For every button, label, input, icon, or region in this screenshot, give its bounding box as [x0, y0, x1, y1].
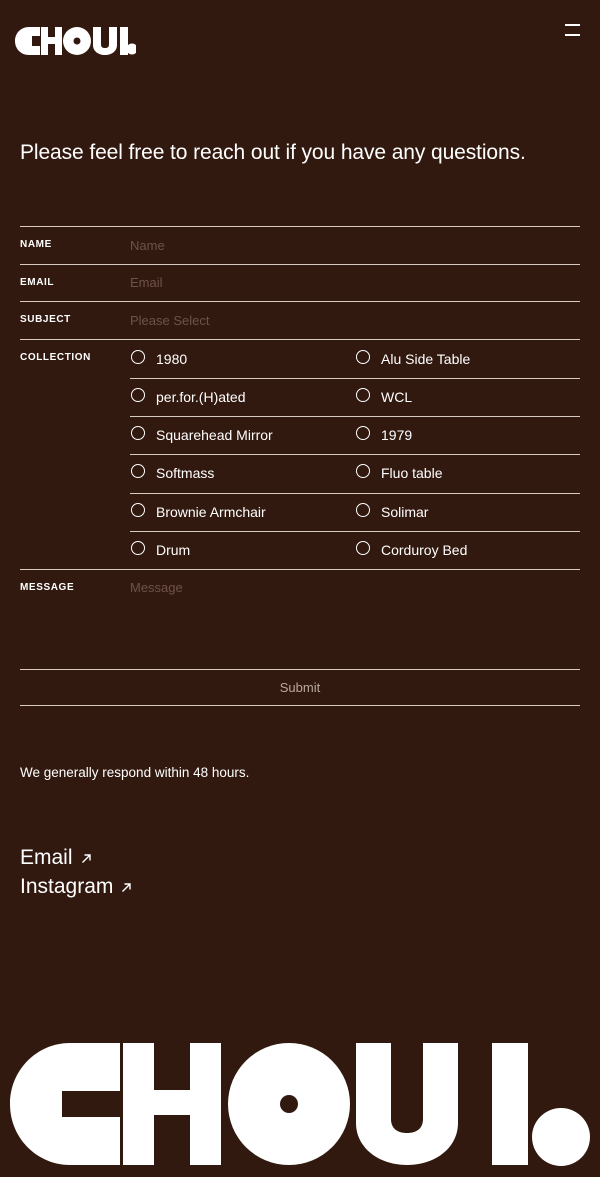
collection-option-row: per.for.(H)ated WCL [130, 378, 580, 418]
subject-select[interactable]: Please Select [130, 313, 210, 328]
collection-option[interactable]: Squarehead Mirror [130, 416, 355, 454]
radio-icon [131, 387, 145, 402]
collection-option[interactable]: Alu Side Table [355, 340, 580, 378]
radio-icon [356, 502, 370, 517]
footer-logo [10, 1043, 590, 1166]
collection-option-label: Solimar [381, 503, 429, 520]
collection-option-label: Drum [156, 542, 191, 558]
radio-icon [131, 349, 145, 364]
email-input[interactable] [130, 264, 570, 301]
collection-option[interactable]: Fluo table [355, 454, 580, 492]
menu-button[interactable] [561, 20, 585, 44]
collection-option-label: Fluo table [381, 465, 443, 482]
menu-line-top [565, 24, 580, 26]
radio-icon [356, 349, 370, 364]
menu-line-bottom [565, 34, 580, 36]
collection-option-row: 1980 Alu Side Table [130, 340, 580, 379]
collection-option-label: 1979 [381, 427, 413, 444]
response-time-note: We generally respond within 48 hours. [20, 765, 250, 780]
contact-links: Email Instagram [20, 843, 132, 901]
collection-option[interactable]: Solimar [355, 493, 580, 531]
collection-option[interactable]: Softmass [130, 454, 355, 492]
name-row: NAME [20, 226, 580, 264]
radio-icon [131, 464, 145, 479]
subject-label: SUBJECT [20, 314, 71, 325]
arrow-up-right-icon [122, 883, 132, 892]
collection-option-label: Softmass [156, 465, 215, 482]
message-label: MESSAGE [20, 581, 75, 593]
collection-option-row: Softmass Fluo table [130, 454, 580, 494]
collection-option-label: Brownie Armchair [156, 503, 266, 520]
radio-icon [131, 541, 145, 555]
intro-heading: Please feel free to reach out if you hav… [20, 141, 526, 164]
instagram-link[interactable]: Instagram [20, 872, 132, 901]
email-link[interactable]: Email [20, 843, 132, 872]
instagram-link-label: Instagram [20, 875, 114, 898]
collection-row: COLLECTION 1980 Alu Side Table per.for.(… [20, 338, 580, 569]
collection-option[interactable]: 1980 [130, 340, 355, 378]
radio-icon [131, 426, 145, 441]
contact-form: NAME EMAIL SUBJECT Please Select COLLECT… [20, 226, 580, 706]
collection-option[interactable]: WCL [355, 378, 580, 416]
collection-option[interactable]: Drum [130, 531, 355, 569]
arrow-up-right-icon [81, 854, 91, 863]
site-header [0, 0, 600, 80]
collection-option-row: Drum Corduroy Bed [130, 531, 580, 569]
radio-icon [356, 541, 370, 555]
collection-option-label: Alu Side Table [381, 350, 471, 367]
subject-row: SUBJECT Please Select [20, 301, 580, 339]
message-textarea[interactable] [130, 579, 570, 660]
collection-option-label: 1980 [156, 350, 188, 367]
collection-option-label: WCL [381, 388, 413, 405]
collection-option-row: Brownie Armchair Solimar [130, 493, 580, 532]
collection-option-label: per.for.(H)ated [156, 388, 246, 405]
collection-option[interactable]: per.for.(H)ated [130, 378, 355, 416]
name-label: NAME [20, 239, 52, 250]
radio-icon [356, 426, 370, 441]
collection-option[interactable]: Brownie Armchair [130, 493, 355, 531]
collection-option-row: Squarehead Mirror 1979 [130, 416, 580, 456]
email-label: EMAIL [20, 276, 55, 288]
radio-icon [356, 464, 370, 479]
radio-icon [131, 502, 145, 517]
email-row: EMAIL [20, 263, 580, 302]
radio-icon [356, 387, 370, 402]
name-input[interactable] [130, 227, 570, 263]
collection-option[interactable]: 1979 [355, 416, 580, 454]
message-row: MESSAGE [20, 568, 580, 669]
choui-logo[interactable] [15, 27, 136, 55]
submit-button[interactable]: Submit [20, 668, 580, 706]
email-link-label: Email [20, 846, 73, 869]
collection-option[interactable]: Corduroy Bed [355, 531, 580, 569]
collection-option-label: Squarehead Mirror [156, 427, 273, 444]
collection-option-label: Corduroy Bed [381, 542, 468, 558]
collection-label: COLLECTION [20, 351, 91, 363]
